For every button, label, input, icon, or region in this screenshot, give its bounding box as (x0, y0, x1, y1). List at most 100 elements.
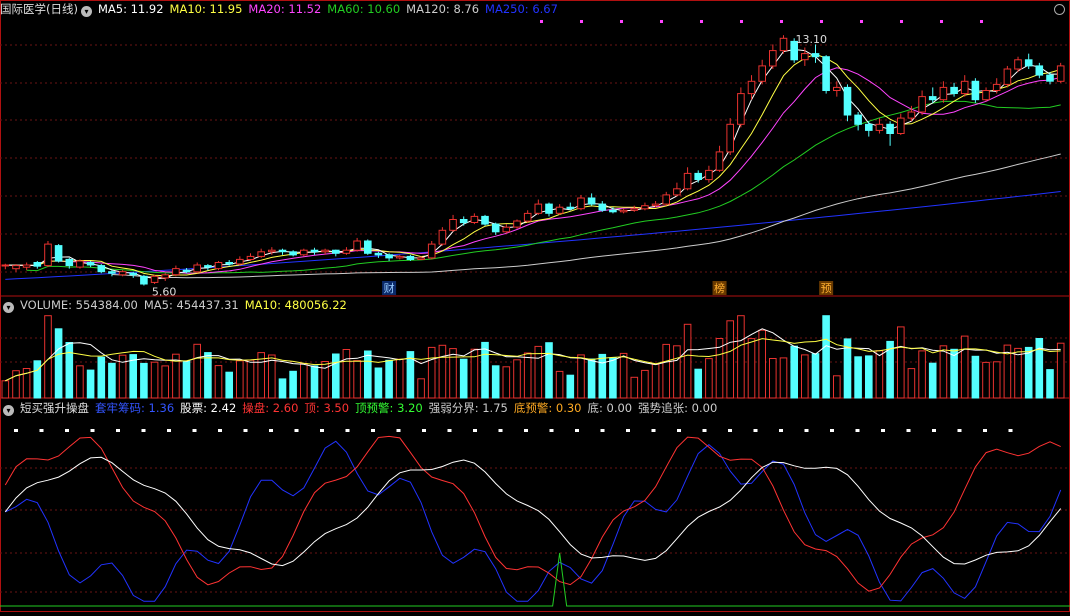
candle (950, 86, 958, 95)
volume-bar (310, 365, 319, 399)
indicator-menu-icon[interactable]: ▾ (3, 405, 14, 416)
candle (587, 197, 596, 205)
ma10-line (5, 53, 1061, 277)
candle (833, 86, 841, 92)
indicator-label-1: 股票: 2.42 (180, 401, 237, 415)
indicator-top-dot (269, 429, 273, 432)
candle (779, 37, 788, 52)
volume-bar (481, 341, 489, 399)
candle (1014, 59, 1022, 70)
indicator-top-dot (396, 429, 401, 432)
volume-bar (577, 354, 585, 399)
indicator-top-dot (345, 429, 350, 432)
indicator-top-dot (881, 429, 885, 432)
volume-bar (353, 360, 361, 399)
indicator-top-dot (116, 429, 120, 432)
candle (737, 93, 745, 125)
volume-menu-icon[interactable]: ▾ (3, 302, 14, 313)
candle (769, 50, 777, 67)
ma60-line (26, 100, 1061, 274)
volume-bar (502, 366, 511, 399)
volume-bar (747, 338, 756, 399)
signal-dot (740, 20, 743, 23)
volume-bar (939, 345, 948, 399)
volume-bar (374, 367, 383, 399)
signal-dot (780, 20, 783, 23)
panel-menu-icon[interactable]: ▾ (80, 6, 92, 17)
ma20-line (5, 67, 1061, 274)
volume-bar (928, 362, 937, 399)
volume-bar (1024, 346, 1033, 399)
candle (598, 203, 607, 211)
candle (182, 269, 191, 273)
candle (534, 203, 543, 214)
volume-bar (897, 326, 905, 399)
close-icon[interactable] (1054, 4, 1065, 15)
volume-bar (587, 358, 596, 399)
ma-label-3: MA60: 10.60 (327, 2, 401, 16)
candle (1, 264, 10, 267)
volume-legend: VOLUME: 554384.00 MA5: 454437.31 MA10: 480… (20, 298, 353, 312)
candle (566, 206, 575, 210)
volume-bar (395, 358, 404, 399)
candle (12, 265, 20, 270)
signal-dot (660, 20, 663, 23)
candle (577, 197, 585, 210)
indicator-legend: 套牢筹码: 1.36 股票: 2.42 操盘: 2.60 顶: 3.50 顶预警: 3.… (95, 401, 723, 415)
volume-bar (182, 360, 191, 399)
candle (33, 262, 42, 267)
candle (342, 249, 351, 254)
candle (364, 240, 372, 254)
indicator-top-dot (371, 429, 375, 432)
volume-bar (566, 374, 575, 399)
volume-bar (86, 369, 95, 399)
candle (502, 226, 511, 233)
stock-title: 国际医学(日线) (0, 2, 78, 16)
indicator-top-dot (575, 429, 579, 432)
indicator-top-dot (830, 429, 834, 432)
indicator-top-dot (141, 429, 146, 432)
volume-bar (268, 354, 276, 399)
candle (225, 262, 233, 265)
indicator-top-dot (702, 429, 707, 432)
candle (97, 265, 106, 273)
candle (491, 223, 500, 233)
price-panel-header: 国际医学(日线) ▾ MA5: 11.92 MA10: 11.95 MA20: 11.5… (0, 0, 564, 18)
volume-bar (417, 378, 425, 399)
candle (193, 264, 201, 273)
indicator-top-dot (728, 429, 732, 432)
indicator-top-dot (498, 429, 503, 432)
candle (459, 219, 468, 224)
candle (150, 275, 159, 283)
volume-bar (427, 346, 436, 399)
volume-bar (523, 352, 532, 399)
candle (1003, 68, 1012, 85)
indicator-label-5: 强弱分界: 1.75 (428, 401, 508, 415)
volume-bar (758, 329, 767, 399)
candle (928, 96, 937, 101)
volume-bar (97, 356, 106, 399)
volume-bar (801, 354, 809, 399)
volume-bar (1, 380, 10, 399)
volume-bar (438, 344, 447, 399)
volume-bar (140, 362, 148, 399)
volume-bar (364, 350, 372, 399)
candle (108, 271, 116, 274)
volume-bar (1046, 369, 1054, 399)
indicator-top-dot (626, 429, 630, 432)
volume-bar (918, 350, 926, 399)
volume-bar (641, 369, 649, 399)
indicator-label-4: 顶预警: 3.20 (355, 401, 423, 415)
kline-chart: 13.10 5.60 财榜预 国际医学(日线) ▾ MA5: 11.92 MA10: 11… (0, 0, 1070, 612)
signal-dot (940, 20, 943, 23)
candle (22, 264, 31, 268)
candle (65, 258, 74, 266)
candle (747, 80, 756, 95)
volume-bar (236, 360, 244, 399)
indicator-white-line (4, 456, 1062, 567)
volume-bar (150, 361, 159, 399)
volume-bar (779, 357, 788, 399)
ma-label-1: MA10: 11.95 (169, 2, 243, 16)
candle (918, 96, 926, 113)
signal-dot (540, 20, 543, 23)
